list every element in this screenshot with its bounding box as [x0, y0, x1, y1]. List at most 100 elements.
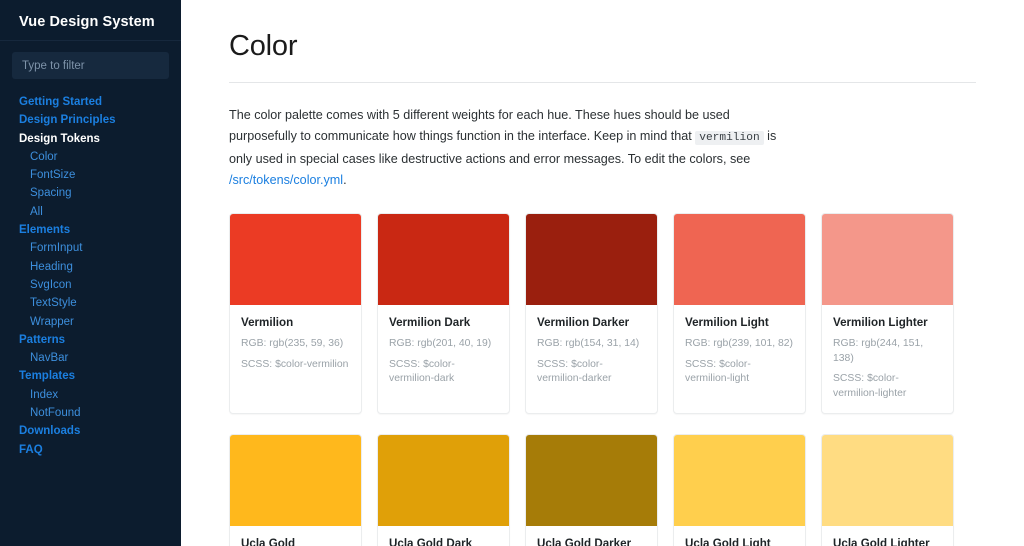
color-card: Ucla Gold LightRGB: rgb(255, 207, 77)SCS… [673, 434, 806, 546]
color-rgb-value: RGB: rgb(235, 59, 36) [241, 337, 350, 352]
color-card: Vermilion Light RGB: rgb(239, 101, 82) SCS… [673, 213, 806, 414]
color-name: Ucla Gold [241, 536, 350, 546]
color-card-body: Ucla Gold DarkerRGB: rgb(166, 124, 8)SCS… [526, 526, 657, 546]
color-scss-text: $color-vermilion [275, 359, 348, 370]
color-card: Vermilion Dark RGB: rgb(201, 40, 19) SCSS:… [377, 213, 510, 414]
color-swatch [822, 214, 953, 305]
color-rgb-text: rgb(154, 31, 14) [565, 338, 639, 349]
app-title: Vue Design System [0, 0, 181, 32]
color-scss-value: SCSS: $color-vermilion [241, 358, 350, 373]
sidebar: Vue Design System Getting StartedDesign … [0, 0, 181, 546]
intro-text-part1: The color palette comes with 5 different… [229, 108, 730, 143]
color-swatch [526, 435, 657, 526]
sidebar-item-textstyle[interactable]: TextStyle [0, 294, 181, 312]
color-card: Vermilion Lighter RGB: rgb(244, 151, 138)… [821, 213, 954, 414]
color-swatch [230, 214, 361, 305]
intro-text-part3: . [343, 173, 347, 187]
color-card-body: Vermilion Light RGB: rgb(239, 101, 82) SCS… [674, 305, 805, 399]
search-input[interactable] [12, 52, 169, 79]
color-rgb-text: rgb(239, 101, 82) [713, 338, 793, 349]
color-scss-value: SCSS: $color-vermilion-light [685, 358, 794, 387]
sidebar-item-patterns[interactable]: Patterns [0, 331, 181, 349]
color-scss-value: SCSS: $color-vermilion-lighter [833, 372, 942, 401]
sidebar-item-forminput[interactable]: FormInput [0, 239, 181, 257]
color-rgb-text: rgb(201, 40, 19) [417, 338, 491, 349]
sidebar-item-elements[interactable]: Elements [0, 221, 181, 239]
sidebar-item-navbar[interactable]: NavBar [0, 349, 181, 367]
color-rgb-value: RGB: rgb(154, 31, 14) [537, 337, 646, 352]
main-content: Color The color palette comes with 5 dif… [181, 0, 1024, 546]
sidebar-item-wrapper[interactable]: Wrapper [0, 313, 181, 331]
sidebar-item-spacing[interactable]: Spacing [0, 184, 181, 202]
color-scss-label: SCSS: [389, 359, 423, 370]
color-rgb-value: RGB: rgb(201, 40, 19) [389, 337, 498, 352]
inline-code-vermilion: vermilion [695, 131, 763, 145]
color-rgb-value: RGB: rgb(244, 151, 138) [833, 337, 942, 366]
sidebar-item-svgicon[interactable]: SvgIcon [0, 276, 181, 294]
color-card: Ucla Gold DarkRGB: rgb(224, 160, 8)SCSS:… [377, 434, 510, 546]
color-swatch [378, 214, 509, 305]
color-card-body: Vermilion Lighter RGB: rgb(244, 151, 138)… [822, 305, 953, 413]
color-scss-label: SCSS: [537, 359, 571, 370]
color-swatch-grid: Vermilion RGB: rgb(235, 59, 36) SCSS: $col… [229, 213, 976, 546]
tokens-color-yml-link[interactable]: /src/tokens/color.yml [229, 173, 343, 187]
color-name: Vermilion Darker [537, 315, 646, 330]
sidebar-item-getting-started[interactable]: Getting Started [0, 93, 181, 111]
color-name: Ucla Gold Lighter [833, 536, 942, 546]
sidebar-item-notfound[interactable]: NotFound [0, 404, 181, 422]
color-scss-value: SCSS: $color-vermilion-darker [537, 358, 646, 387]
title-divider [229, 82, 976, 83]
color-card: Ucla GoldRGB: rgb(255, 184, 28)SCSS: $co… [229, 434, 362, 546]
sidebar-item-color[interactable]: Color [0, 148, 181, 166]
color-scss-label: SCSS: [685, 359, 719, 370]
sidebar-filter-wrap [0, 41, 181, 79]
color-rgb-text: rgb(235, 59, 36) [269, 338, 343, 349]
color-swatch [378, 435, 509, 526]
color-swatch [674, 214, 805, 305]
page-title: Color [229, 26, 976, 66]
color-scss-label: SCSS: [241, 359, 275, 370]
color-card-body: Ucla GoldRGB: rgb(255, 184, 28)SCSS: $co… [230, 526, 361, 546]
sidebar-item-design-tokens: Design Tokens [0, 130, 181, 148]
color-name: Vermilion [241, 315, 350, 330]
sidebar-item-templates[interactable]: Templates [0, 367, 181, 385]
sidebar-item-all[interactable]: All [0, 203, 181, 221]
sidebar-item-heading[interactable]: Heading [0, 258, 181, 276]
color-card-body: Vermilion Darker RGB: rgb(154, 31, 14) SCS… [526, 305, 657, 399]
color-rgb-label: RGB: [241, 338, 269, 349]
color-rgb-label: RGB: [685, 338, 713, 349]
color-card: Ucla Gold DarkerRGB: rgb(166, 124, 8)SCS… [525, 434, 658, 546]
color-name: Ucla Gold Light [685, 536, 794, 546]
color-card: Ucla Gold LighterRGB: rgb(255, 220, 130)… [821, 434, 954, 546]
sidebar-item-downloads[interactable]: Downloads [0, 422, 181, 440]
color-name: Ucla Gold Dark [389, 536, 498, 546]
color-card-body: Ucla Gold DarkRGB: rgb(224, 160, 8)SCSS:… [378, 526, 509, 546]
sidebar-item-faq[interactable]: FAQ [0, 441, 181, 459]
color-name: Vermilion Dark [389, 315, 498, 330]
sidebar-item-fontsize[interactable]: FontSize [0, 166, 181, 184]
color-card: Vermilion Darker RGB: rgb(154, 31, 14) SCS… [525, 213, 658, 414]
color-rgb-value: RGB: rgb(239, 101, 82) [685, 337, 794, 352]
app-root: Vue Design System Getting StartedDesign … [0, 0, 1024, 546]
color-name: Vermilion Lighter [833, 315, 942, 330]
color-swatch [230, 435, 361, 526]
color-rgb-label: RGB: [833, 338, 861, 349]
color-name: Vermilion Light [685, 315, 794, 330]
color-rgb-label: RGB: [389, 338, 417, 349]
color-swatch [822, 435, 953, 526]
sidebar-nav: Getting StartedDesign PrinciplesDesign T… [0, 79, 181, 459]
color-rgb-label: RGB: [537, 338, 565, 349]
color-card: Vermilion RGB: rgb(235, 59, 36) SCSS: $col… [229, 213, 362, 414]
color-name: Ucla Gold Darker [537, 536, 646, 546]
sidebar-item-design-principles[interactable]: Design Principles [0, 111, 181, 129]
color-card-body: Vermilion Dark RGB: rgb(201, 40, 19) SCSS:… [378, 305, 509, 399]
color-swatch [526, 214, 657, 305]
color-scss-value: SCSS: $color-vermilion-dark [389, 358, 498, 387]
color-card-body: Ucla Gold LightRGB: rgb(255, 207, 77)SCS… [674, 526, 805, 546]
intro-paragraph: The color palette comes with 5 different… [229, 105, 791, 191]
color-card-body: Vermilion RGB: rgb(235, 59, 36) SCSS: $col… [230, 305, 361, 384]
color-scss-label: SCSS: [833, 373, 867, 384]
sidebar-item-index[interactable]: Index [0, 386, 181, 404]
color-card-body: Ucla Gold LighterRGB: rgb(255, 220, 130)… [822, 526, 953, 546]
color-swatch [674, 435, 805, 526]
